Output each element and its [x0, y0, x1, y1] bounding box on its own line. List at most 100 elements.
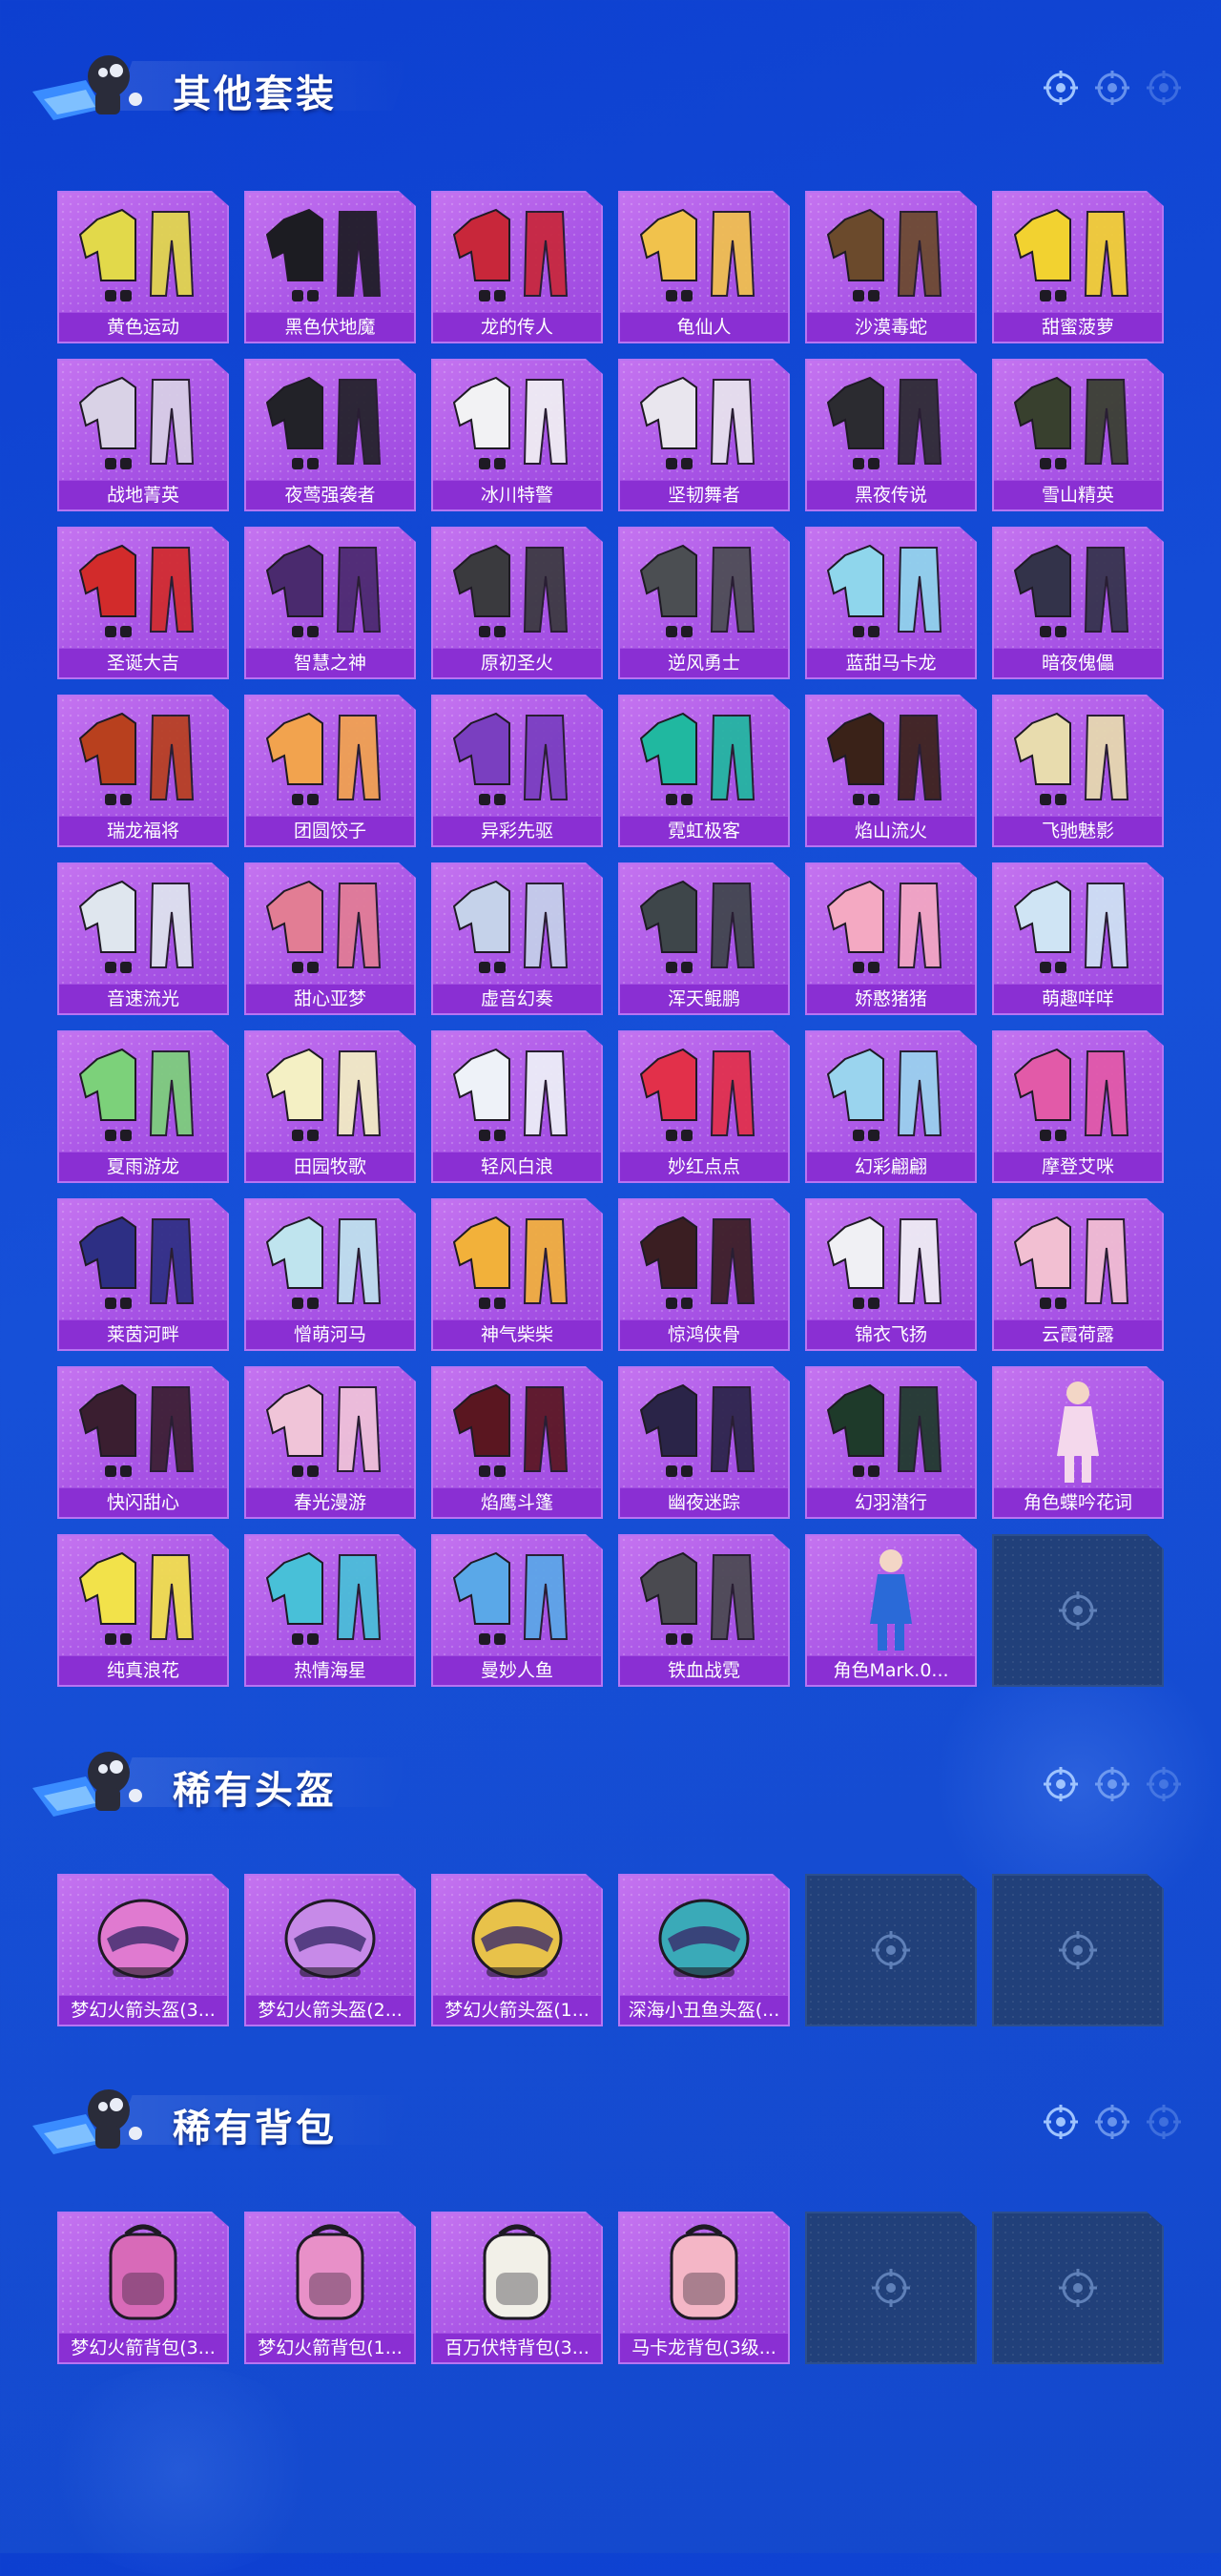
item-label: 梦幻火箭头盔(3...: [59, 1995, 227, 2025]
item-card[interactable]: 智慧之神: [244, 527, 416, 679]
item-card[interactable]: 异彩先驱: [431, 695, 603, 847]
mascot-icon: [32, 2089, 142, 2154]
section-title: 稀有头盔: [173, 1769, 337, 1813]
item-card[interactable]: 原初圣火: [431, 527, 603, 679]
decor-crosshairs: [1042, 1765, 1183, 1803]
item-card[interactable]: 莱茵河畔: [57, 1198, 229, 1351]
item-card[interactable]: 梦幻火箭头盔(1...: [431, 1874, 603, 2026]
item-card[interactable]: 团圆饺子: [244, 695, 416, 847]
item-label: 曼妙人鱼: [433, 1655, 601, 1685]
item-card[interactable]: 角色Mark.0...: [805, 1534, 977, 1687]
item-card[interactable]: 轻风白浪: [431, 1030, 603, 1183]
crosshair-icon: [1147, 2105, 1181, 2139]
backpack-icon: [670, 2224, 738, 2320]
item-card[interactable]: 幻彩翩翩: [805, 1030, 977, 1183]
item-label: 智慧之神: [246, 648, 414, 677]
item-card[interactable]: 战地菁英: [57, 359, 229, 511]
item-card[interactable]: 曼妙人鱼: [431, 1534, 603, 1687]
item-label: 幻彩翩翩: [807, 1152, 975, 1181]
outfit-icon: [452, 880, 569, 973]
item-card[interactable]: 黑色伏地魔: [244, 191, 416, 343]
item-card[interactable]: 虚音幻奏: [431, 862, 603, 1015]
item-card[interactable]: 黄色运动: [57, 191, 229, 343]
item-card[interactable]: 瑞龙福将: [57, 695, 229, 847]
section-title: 稀有背包: [173, 2107, 337, 2150]
item-card[interactable]: 夏雨游龙: [57, 1030, 229, 1183]
item-card[interactable]: 圣诞大吉: [57, 527, 229, 679]
empty-slot: [992, 1874, 1164, 2026]
item-card[interactable]: 马卡龙背包(3级...: [618, 2212, 790, 2364]
item-card[interactable]: 焰山流火: [805, 695, 977, 847]
item-card[interactable]: 梦幻火箭头盔(2...: [244, 1874, 416, 2026]
backpack-icon: [109, 2224, 177, 2320]
item-label: 焰山流火: [807, 816, 975, 845]
item-card[interactable]: 神气柴柴: [431, 1198, 603, 1351]
outfit-icon: [78, 880, 195, 973]
item-card[interactable]: 龙的传人: [431, 191, 603, 343]
item-card[interactable]: 飞驰魅影: [992, 695, 1164, 847]
item-card[interactable]: 深海小丑鱼头盔(...: [618, 1874, 790, 2026]
item-card[interactable]: 甜心亚梦: [244, 862, 416, 1015]
item-card[interactable]: 快闪甜心: [57, 1366, 229, 1519]
item-card[interactable]: 幽夜迷踪: [618, 1366, 790, 1519]
item-card[interactable]: 冰川特警: [431, 359, 603, 511]
item-card[interactable]: 梦幻火箭背包(1...: [244, 2212, 416, 2364]
item-card[interactable]: 铁血战霓: [618, 1534, 790, 1687]
empty-slot: [992, 1534, 1164, 1687]
item-card[interactable]: 角色蝶吟花词: [992, 1366, 1164, 1519]
item-card[interactable]: 梦幻火箭头盔(3...: [57, 1874, 229, 2026]
item-label: 沙漠毒蛇: [807, 312, 975, 342]
item-card[interactable]: 憎萌河马: [244, 1198, 416, 1351]
item-label: 角色Mark.0...: [807, 1655, 975, 1685]
section-header: 稀有背包: [0, 2072, 1221, 2158]
item-card[interactable]: 幻羽潜行: [805, 1366, 977, 1519]
item-label: 龙的传人: [433, 312, 601, 342]
item-card[interactable]: 龟仙人: [618, 191, 790, 343]
item-label: 春光漫游: [246, 1487, 414, 1517]
crosshair-icon: [1059, 1931, 1097, 1969]
item-card[interactable]: 焰鹰斗篷: [431, 1366, 603, 1519]
item-card[interactable]: 云霞荷露: [992, 1198, 1164, 1351]
item-card[interactable]: 摩登艾咪: [992, 1030, 1164, 1183]
outfit-icon: [78, 1551, 195, 1645]
item-label: 热情海星: [246, 1655, 414, 1685]
item-card[interactable]: 甜蜜菠萝: [992, 191, 1164, 343]
item-card[interactable]: 沙漠毒蛇: [805, 191, 977, 343]
item-card[interactable]: 惊鸿侠骨: [618, 1198, 790, 1351]
item-card[interactable]: 热情海星: [244, 1534, 416, 1687]
outfit-icon: [1013, 376, 1129, 469]
item-card[interactable]: 田园牧歌: [244, 1030, 416, 1183]
outfit-icon: [265, 1383, 382, 1477]
item-card[interactable]: 春光漫游: [244, 1366, 416, 1519]
item-label: 纯真浪花: [59, 1655, 227, 1685]
item-card[interactable]: 锦衣飞扬: [805, 1198, 977, 1351]
item-card[interactable]: 妙红点点: [618, 1030, 790, 1183]
outfit-icon: [826, 1048, 942, 1141]
item-card[interactable]: 雪山精英: [992, 359, 1164, 511]
outfit-icon: [826, 544, 942, 637]
item-card[interactable]: 娇憨猪猪: [805, 862, 977, 1015]
item-card[interactable]: 坚韧舞者: [618, 359, 790, 511]
item-label: 原初圣火: [433, 648, 601, 677]
crosshair-icon: [1147, 71, 1181, 105]
item-card[interactable]: 霓虹极客: [618, 695, 790, 847]
section-rare-helmets: 稀有头盔 梦幻火箭头盔(3... 梦幻火箭头盔(2... 梦幻火箭头盔(1... 深海…: [0, 1735, 1221, 2026]
mascot-icon: [32, 1752, 142, 1817]
item-card[interactable]: 百万伏特背包(3...: [431, 2212, 603, 2364]
item-label: 浑天鲲鹏: [620, 984, 788, 1013]
item-card[interactable]: 浑天鲲鹏: [618, 862, 790, 1015]
section-other-outfits: 其他套装 黄色运动 黑色伏地魔 龙的传人 龟仙人 沙漠毒蛇 甜蜜菠萝战地菁英 夜莺强袭者 冰川…: [0, 38, 1221, 1687]
item-card[interactable]: 夜莺强袭者: [244, 359, 416, 511]
item-label: 焰鹰斗篷: [433, 1487, 601, 1517]
item-card[interactable]: 音速流光: [57, 862, 229, 1015]
item-card[interactable]: 蓝甜马卡龙: [805, 527, 977, 679]
item-card[interactable]: 纯真浪花: [57, 1534, 229, 1687]
item-card[interactable]: 黑夜传说: [805, 359, 977, 511]
item-card[interactable]: 萌趣咩咩: [992, 862, 1164, 1015]
section-header: 其他套装: [0, 38, 1221, 124]
item-card[interactable]: 逆风勇士: [618, 527, 790, 679]
item-label: 梦幻火箭背包(1...: [246, 2333, 414, 2362]
helmet-icon: [471, 1899, 563, 1979]
item-card[interactable]: 梦幻火箭背包(3...: [57, 2212, 229, 2364]
item-card[interactable]: 暗夜傀儡: [992, 527, 1164, 679]
